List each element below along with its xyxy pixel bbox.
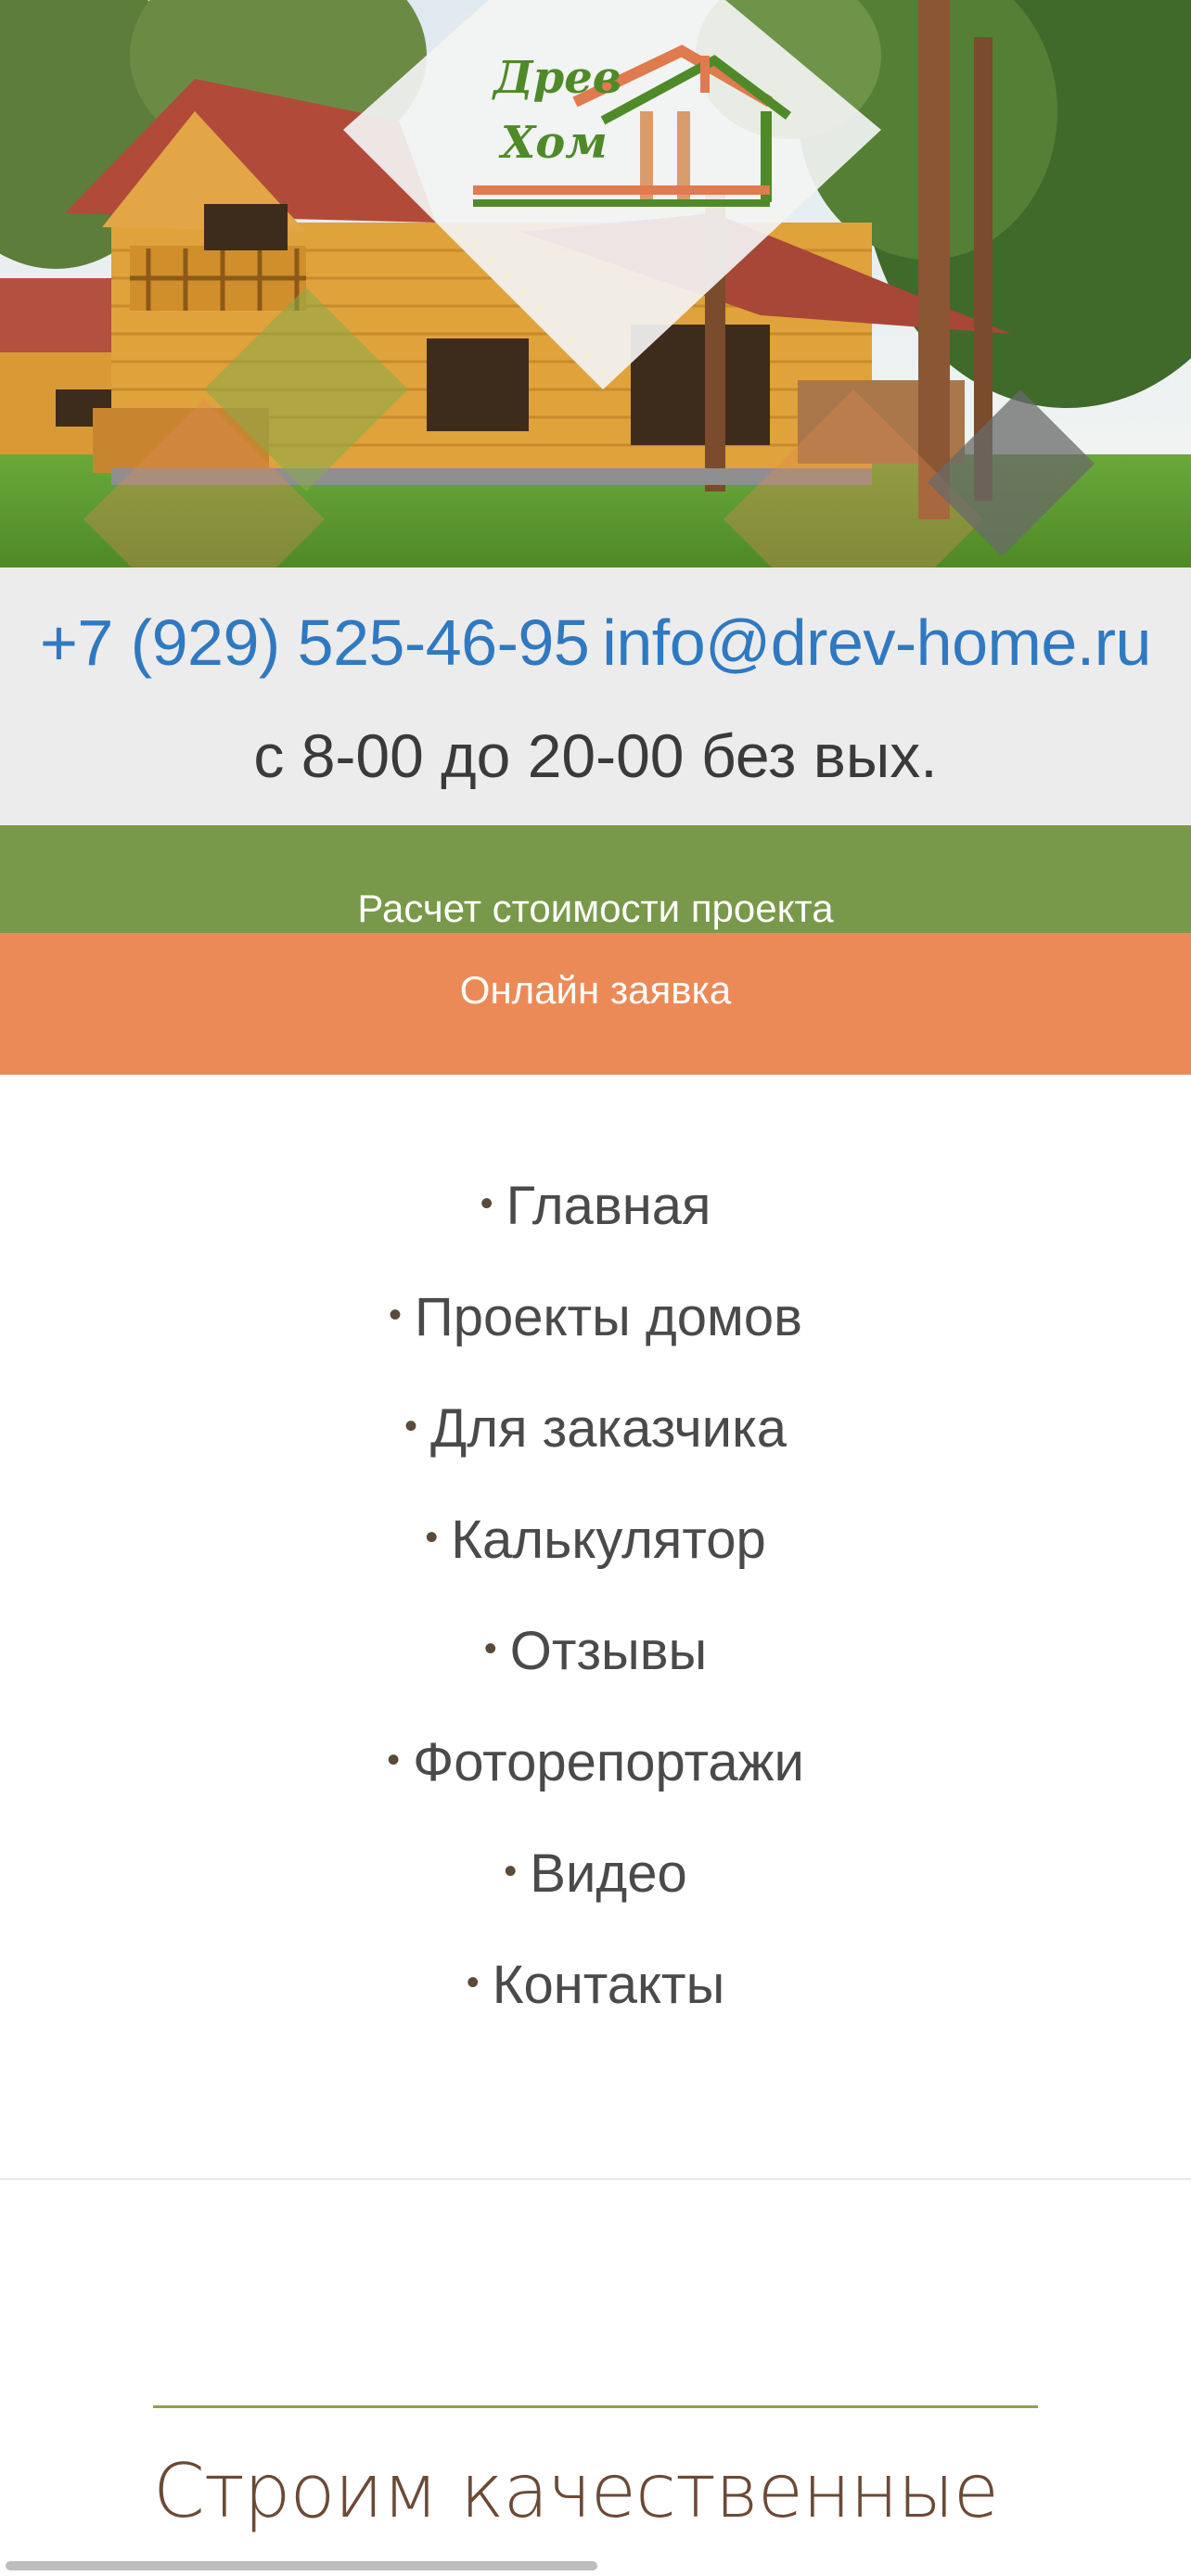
bullet-icon: • [483,1627,497,1669]
nav-item-label: Фоторепортажи [413,1731,804,1792]
nav-item-reviews[interactable]: • Отзывы [0,1595,1191,1706]
bullet-icon: • [425,1516,439,1558]
nav-item-label: Калькулятор [451,1509,766,1570]
nav-item-label: Для заказчика [430,1397,787,1459]
project-cost-button[interactable]: Расчет стоимости проекта [0,825,1191,933]
bullet-icon: • [480,1182,493,1224]
bullet-icon: • [504,1850,518,1892]
nav-item-calculator[interactable]: • Калькулятор [0,1484,1191,1595]
bullet-icon: • [389,1294,403,1335]
bullet-icon: • [466,1961,480,2003]
section-title: Строим качественные [153,2448,999,2534]
nav-item-label: Контакты [492,1954,725,2015]
nav-item-label: Проекты домов [415,1286,802,1347]
section-divider [0,2178,1191,2180]
email-link[interactable]: info@drev-home.ru [602,606,1151,680]
online-request-button[interactable]: Онлайн заявка [0,933,1191,1075]
bullet-icon: • [387,1739,401,1780]
working-hours: с 8-00 до 20-00 без вых. [253,721,938,790]
nav-item-contacts[interactable]: • Контакты [0,1929,1191,2040]
contacts-panel: +7 (929) 525-46-95 info@drev-home.ru с 8… [0,567,1191,825]
nav-item-photo-reports[interactable]: • Фоторепортажи [0,1706,1191,1817]
nav-item-label: Главная [506,1175,711,1236]
phone-link[interactable]: +7 (929) 525-46-95 [40,606,590,680]
horizontal-scrollbar[interactable] [6,2561,597,2570]
house-photo [0,0,1191,567]
nav-item-home[interactable]: • Главная [0,1150,1191,1261]
contact-row: +7 (929) 525-46-95 info@drev-home.ru [0,592,1191,694]
main-nav: • Главная • Проекты домов • Для заказчик… [0,1150,1191,2040]
hero-image: Древ Хом [0,0,1191,567]
heading-rule [153,2405,1038,2408]
nav-item-label: Видео [530,1843,687,1904]
bullet-icon: • [404,1405,418,1447]
nav-item-for-customer[interactable]: • Для заказчика [0,1372,1191,1484]
nav-item-house-projects[interactable]: • Проекты домов [0,1261,1191,1372]
nav-item-video[interactable]: • Видео [0,1817,1191,1929]
nav-item-label: Отзывы [509,1620,708,1681]
